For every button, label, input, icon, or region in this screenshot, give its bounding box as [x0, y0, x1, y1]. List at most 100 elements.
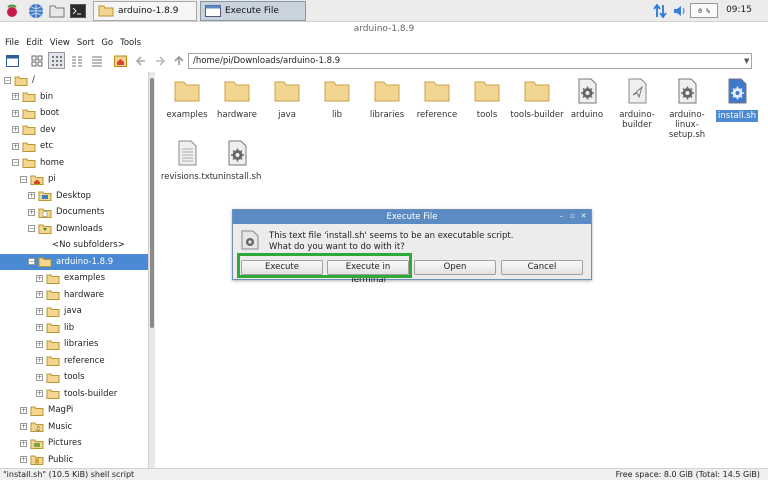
file-item[interactable]: arduino	[560, 78, 614, 120]
minimize-icon[interactable]: –	[557, 212, 566, 221]
menu-tools[interactable]: Tools	[120, 36, 141, 50]
expander-icon[interactable]: +	[36, 274, 43, 282]
terminal-icon[interactable]	[69, 2, 87, 20]
file-item[interactable]: arduino- builder	[610, 78, 664, 130]
up-icon[interactable]	[170, 52, 187, 69]
expander-icon[interactable]: +	[36, 373, 43, 381]
compact-view-icon[interactable]	[68, 52, 85, 69]
expander-icon[interactable]: −	[28, 258, 35, 265]
folder-icon	[324, 81, 350, 102]
file-item[interactable]: revisions.txt	[160, 140, 214, 182]
expander-icon[interactable]: +	[36, 324, 43, 331]
back-icon[interactable]	[132, 52, 149, 69]
expander-icon[interactable]: −	[28, 225, 35, 232]
expander-icon[interactable]: +	[20, 456, 27, 463]
network-updown-icon[interactable]	[651, 2, 669, 20]
expander-icon[interactable]: −	[20, 175, 27, 183]
menu-file[interactable]: File	[5, 36, 19, 50]
tree-scrollbar[interactable]	[148, 72, 155, 468]
tree-item[interactable]: + tools-builder	[0, 386, 148, 402]
taskbar-window-execute-file[interactable]: Execute File	[200, 1, 306, 21]
tree-item[interactable]: + hardware	[0, 287, 148, 303]
new-window-icon[interactable]	[4, 52, 21, 69]
file-item-label: reference	[416, 110, 458, 120]
file-item[interactable]: install.sh	[710, 78, 764, 122]
tree-item[interactable]: + tools	[0, 369, 148, 385]
clock[interactable]: 09:15	[726, 5, 752, 15]
text-file-icon	[178, 140, 197, 166]
tree-item[interactable]: + Desktop	[0, 188, 148, 204]
tree-item[interactable]: <No subfolders>	[0, 237, 148, 253]
chevron-down-icon[interactable]: ▼	[744, 57, 749, 65]
expander-icon[interactable]: +	[36, 291, 43, 298]
expander-icon[interactable]: +	[20, 423, 27, 430]
file-item[interactable]: libraries	[360, 78, 414, 120]
expander-icon[interactable]: +	[36, 340, 43, 348]
file-item[interactable]: tools	[460, 78, 514, 120]
tree-item[interactable]: + Pictures	[0, 435, 148, 451]
list-view-icon[interactable]	[88, 52, 105, 69]
expander-icon[interactable]: +	[12, 109, 19, 117]
file-item[interactable]: hardware	[210, 78, 264, 120]
expander-icon[interactable]: −	[4, 76, 11, 84]
cancel-button[interactable]: Cancel	[501, 260, 583, 275]
tree-item[interactable]: + ♫ Music	[0, 419, 148, 435]
tree-item[interactable]: + boot	[0, 105, 148, 121]
thumbnail-view-icon[interactable]	[48, 52, 65, 69]
tree-item[interactable]: − arduino-1.8.9	[0, 253, 148, 270]
expander-icon[interactable]: +	[36, 390, 43, 397]
expander-icon[interactable]: +	[12, 93, 19, 100]
open-button[interactable]: Open	[414, 260, 496, 275]
tree-item[interactable]: + examples	[0, 270, 148, 286]
menu-go[interactable]: Go	[101, 36, 113, 50]
tree-item[interactable]: + Public	[0, 452, 148, 468]
expander-icon[interactable]: +	[12, 126, 19, 133]
file-item[interactable]: lib	[310, 78, 364, 120]
volume-icon[interactable]	[671, 2, 689, 20]
cpu-monitor[interactable]: 0 %	[690, 3, 718, 18]
file-item[interactable]: java	[260, 78, 314, 120]
file-item[interactable]: examples	[160, 78, 214, 120]
toolbar: /home/pi/Downloads/arduino-1.8.9 ▼	[0, 51, 768, 71]
tree-item[interactable]: + libraries	[0, 336, 148, 352]
tree-item[interactable]: + Documents	[0, 204, 148, 220]
menu-view[interactable]: View	[50, 36, 70, 50]
web-browser-icon[interactable]	[27, 2, 45, 20]
icon-view-icon[interactable]	[28, 52, 45, 69]
expander-icon[interactable]: +	[36, 307, 43, 315]
expander-icon[interactable]: +	[28, 208, 35, 216]
forward-icon[interactable]	[151, 52, 168, 69]
maximize-icon[interactable]: ▫	[568, 212, 577, 221]
expander-icon[interactable]: +	[12, 142, 19, 150]
file-item[interactable]: reference	[410, 78, 464, 120]
tree-item[interactable]: + bin	[0, 89, 148, 105]
expander-icon[interactable]: +	[28, 192, 35, 199]
tree-item[interactable]: + dev	[0, 122, 148, 138]
close-icon[interactable]: ✕	[579, 212, 588, 221]
tree-scrollbar-thumb[interactable]	[150, 78, 154, 328]
menu-edit[interactable]: Edit	[26, 36, 42, 50]
file-manager-icon[interactable]	[48, 2, 66, 20]
tree-item[interactable]: − home	[0, 155, 148, 171]
expander-icon[interactable]: −	[12, 159, 19, 166]
tree-item[interactable]: − Downloads	[0, 221, 148, 237]
tree-item[interactable]: − /	[0, 72, 148, 88]
file-item[interactable]: uninstall.sh	[210, 140, 264, 182]
expander-icon[interactable]: +	[20, 406, 27, 414]
file-item[interactable]: tools-builder	[510, 78, 564, 120]
tree-item[interactable]: + reference	[0, 353, 148, 369]
tree-item[interactable]: + etc	[0, 138, 148, 154]
raspberry-menu-icon[interactable]	[3, 2, 21, 20]
file-item[interactable]: arduino- linux- setup.sh	[660, 78, 714, 140]
tree-item[interactable]: + lib	[0, 320, 148, 336]
dialog-titlebar[interactable]: Execute File – ▫ ✕	[233, 210, 591, 224]
tree-item[interactable]: + MagPi	[0, 402, 148, 418]
expander-icon[interactable]: +	[20, 439, 27, 447]
taskbar-window-arduino[interactable]: arduino-1.8.9	[93, 1, 197, 21]
expander-icon[interactable]: +	[36, 357, 43, 364]
tree-item[interactable]: − pi	[0, 171, 148, 187]
home-icon[interactable]	[112, 52, 129, 69]
menu-sort[interactable]: Sort	[77, 36, 94, 50]
tree-item[interactable]: + java	[0, 303, 148, 319]
address-bar[interactable]: /home/pi/Downloads/arduino-1.8.9	[188, 53, 752, 69]
